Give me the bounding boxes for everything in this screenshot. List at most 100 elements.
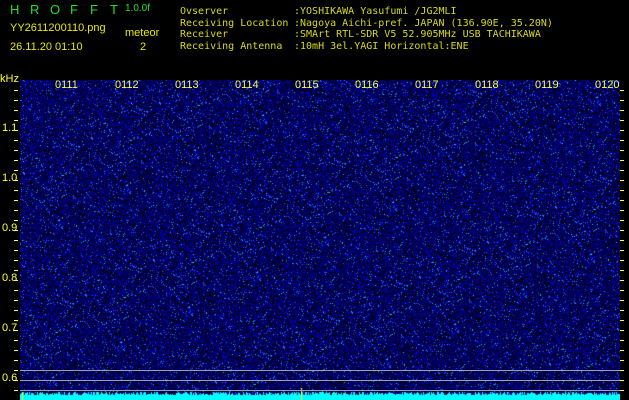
freq-tick-mark [14,270,18,271]
freq-tick-mark [14,200,18,201]
freq-tick-mark [14,150,18,151]
freq-tick-mark [14,360,18,361]
logo-letter: F [90,2,98,17]
freq-tick-mark [14,120,18,121]
freq-tick-mark [14,230,18,231]
info-value: :10mH 3el.YAGI Horizontal:ENE [294,40,469,52]
freq-tick-label: 0.9 [2,222,18,234]
time-tick-label: 0112 [115,79,139,91]
freq-tick-mark [14,280,18,281]
freq-tick-label: 1.1 [2,122,18,134]
time-tick-label: 0118 [475,79,499,91]
time-tick-label: 0117 [415,79,439,91]
freq-tick-mark [620,340,624,341]
freq-tick-mark [620,390,624,391]
freq-tick-mark [14,320,18,321]
meteor-label: meteor [125,27,160,39]
time-tick-label: 0115 [295,79,319,91]
freq-tick-mark [14,390,18,391]
freq-tick-mark [14,160,18,161]
freq-tick-mark [620,240,624,241]
freq-tick-mark [14,310,18,311]
freq-tick-mark [620,120,624,121]
freq-tick-mark [14,300,18,301]
freq-tick-mark [620,370,624,371]
freq-tick-mark [14,330,18,331]
freq-tick-mark [620,190,624,191]
time-tick-label: 0111 [55,79,78,91]
freq-tick-mark [620,300,624,301]
freq-tick-mark [620,180,624,181]
logo-letter: F [70,2,78,17]
freq-tick-mark [620,250,624,251]
time-tick-label: 0120 [595,79,620,91]
time-tick-label: 0113 [175,79,199,91]
freq-tick-mark [14,370,18,371]
time-tick-label: 0119 [535,79,559,91]
freq-tick-mark [620,260,624,261]
reference-line [20,380,620,381]
info-label: Ovserver [180,6,229,17]
logo-letter: R [30,2,40,17]
freq-tick-mark [620,150,624,151]
freq-tick-mark [620,310,624,311]
info-label: Receiving Location [180,17,289,29]
freq-tick-mark [620,110,624,111]
freq-tick-mark [14,260,18,261]
freq-tick-mark [14,140,18,141]
freq-tick-mark [620,160,624,161]
freq-tick-mark [620,230,624,231]
freq-tick-mark [14,250,18,251]
info-value: :Nagoya Aichi-pref. JAPAN (136.90E, 35.2… [294,17,553,29]
freq-tick-mark [620,140,624,141]
freq-tick-mark [620,130,624,131]
reference-line [20,390,620,391]
freq-tick-mark [620,360,624,361]
time-tick-label: 0116 [355,79,379,91]
freq-tick-mark [14,290,18,291]
freq-tick-mark [14,210,18,211]
datetime-label: 26.11.20 01:10 [10,41,83,53]
filename-label: YY2611200110.png [10,22,106,34]
freq-tick-mark [620,220,624,221]
freq-tick-mark [14,180,18,181]
freq-tick-mark [14,380,18,381]
freq-tick-label: 1.0 [2,172,18,184]
freq-tick-mark [14,110,18,111]
freq-tick-mark [14,130,18,131]
info-value: :YOSHIKAWA Yasufumi /JG2MLI [294,6,457,17]
freq-tick-mark [620,170,624,171]
info-labels: Ovserver Receiving Location Receiver Receiv… [180,6,288,52]
freq-tick-mark [620,210,624,211]
freq-tick-mark [620,330,624,331]
spectrogram [20,80,620,400]
logo-letter: T [110,2,118,17]
freq-tick-mark [620,200,624,201]
info-value: :SMArt RTL-SDR V5 52.905MHz USB TACHIKAW… [294,29,541,40]
freq-tick-label: 0.8 [2,272,18,284]
meteor-count: 2 [140,41,147,53]
freq-tick-mark [620,280,624,281]
freq-tick-mark [14,350,18,351]
freq-tick-mark [620,290,624,291]
time-tick-label: 0114 [235,79,259,91]
freq-tick-mark [14,190,18,191]
freq-tick-mark [620,350,624,351]
info-label: Receiving Antenna [180,40,283,52]
freq-tick-mark [14,340,18,341]
freq-tick-mark [14,90,18,91]
y-unit-label: kHz [0,73,19,85]
freq-tick-mark [620,380,624,381]
freq-tick-mark [620,90,624,91]
freq-tick-mark [14,220,18,221]
logo-letter: O [50,2,61,17]
freq-tick-label: 0.6 [2,372,18,384]
freq-tick-mark [14,170,18,171]
reference-line [20,370,620,371]
freq-tick-mark [14,240,18,241]
version-label: 1.0.0f [125,3,151,14]
logo-letter: H [10,2,20,17]
freq-tick-label: 0.7 [2,322,18,334]
freq-tick-mark [620,270,624,271]
freq-tick-mark [620,100,624,101]
